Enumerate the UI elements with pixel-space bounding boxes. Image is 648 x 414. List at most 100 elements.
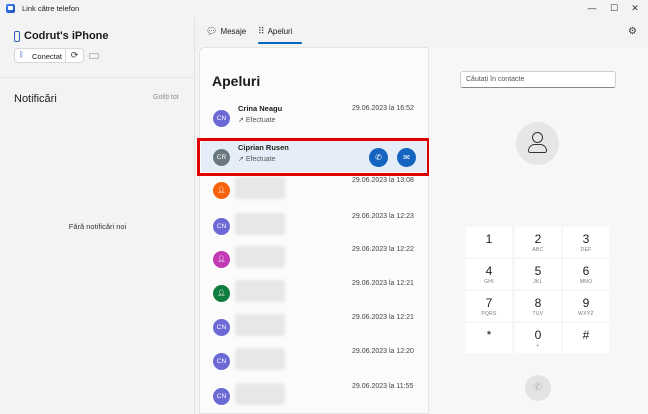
- dialpad-key-1[interactable]: 1: [466, 227, 512, 257]
- close-button[interactable]: ✕: [627, 2, 643, 14]
- key-digit: 1: [485, 232, 493, 246]
- tab-calls-label: Apeluri: [267, 27, 293, 36]
- avatar: CN: [213, 218, 230, 235]
- tab-bar: 💬︎ Mesaje ⠿ Apeluri ⚙: [196, 17, 648, 47]
- dialer-panel: Căutați în contacte 1 2 ABC 3 DEF 4 GHI 5 JK…: [429, 47, 648, 414]
- calls-title: Apeluri: [212, 73, 261, 89]
- blurred-contact-name: [235, 246, 285, 268]
- calls-panel: Apeluri CN Crina Neagu ↗ Efectuate 29.06.…: [199, 47, 429, 414]
- gear-icon[interactable]: ⚙: [628, 26, 637, 37]
- dialpad-key-2[interactable]: 2 ABC: [515, 227, 561, 257]
- avatar: CN: [213, 353, 230, 370]
- red-highlight-box: [197, 138, 430, 176]
- blurred-contact-name: [235, 314, 285, 336]
- key-letters: JKL: [533, 279, 543, 285]
- tab-calls[interactable]: ⠿ Apeluri: [258, 26, 293, 37]
- call-row[interactable]: CN 29.06.2023 la 12:20: [201, 344, 429, 376]
- active-tab-indicator: [258, 42, 302, 44]
- call-date: 29.06.2023 la 12:21: [352, 280, 414, 287]
- avatar: CN: [213, 319, 230, 336]
- dialpad-key-3[interactable]: 3 DEF: [563, 227, 609, 257]
- maximize-button[interactable]: ☐: [606, 2, 622, 14]
- call-row[interactable]: CN 29.06.2023 la 12:21: [201, 310, 429, 342]
- call-row[interactable]: CN Crina Neagu ↗ Efectuate 29.06.2023 la …: [201, 101, 429, 133]
- dialpad-key-0[interactable]: 0 +: [515, 323, 561, 353]
- call-row[interactable]: 👤︎ 29.06.2023 la 12:22: [201, 242, 429, 274]
- avatar: CN: [213, 388, 230, 405]
- dialpad-key-4[interactable]: 4 GHI: [466, 259, 512, 289]
- key-digit: #: [582, 328, 590, 342]
- call-row[interactable]: CN 29.06.2023 la 11:55: [201, 379, 429, 411]
- minimize-button[interactable]: —: [584, 2, 600, 14]
- caller-name: Crina Neagu: [238, 104, 283, 113]
- bluetooth-icon: ᛒ: [19, 50, 24, 59]
- call-row[interactable]: 👤︎ 29.06.2023 la 13:08: [201, 173, 429, 205]
- key-digit: 9: [582, 296, 590, 310]
- key-digit: 7: [485, 296, 493, 310]
- dialpad-key-7[interactable]: 7 PQRS: [466, 291, 512, 321]
- key-digit: 8: [534, 296, 542, 310]
- person-icon: [532, 132, 543, 143]
- key-letters: GHI: [484, 279, 494, 285]
- call-row[interactable]: CN 29.06.2023 la 12:23: [201, 209, 429, 241]
- call-date: 29.06.2023 la 12:22: [352, 246, 414, 253]
- blurred-contact-name: [235, 213, 285, 235]
- blurred-contact-name: [235, 177, 285, 199]
- refresh-icon[interactable]: ⟳: [65, 48, 83, 63]
- message-icon: 💬︎: [206, 26, 218, 36]
- blurred-contact-name: [235, 348, 285, 370]
- key-digit: *: [486, 328, 492, 342]
- contact-search-input[interactable]: Căutați în contacte: [460, 71, 616, 88]
- key-letters: DEF: [580, 247, 592, 253]
- outgoing-call-icon: ↗: [238, 117, 244, 124]
- title-bar: Link către telefon — ☐ ✕: [0, 0, 648, 17]
- battery-icon: [89, 53, 99, 59]
- dialpad-key-5[interactable]: 5 JKL: [515, 259, 561, 289]
- key-letters: +: [536, 343, 540, 349]
- app-logo-icon: [6, 4, 15, 13]
- divider: [0, 77, 195, 78]
- left-pane: Codrut's iPhone ᛒ Conectat ⟳ Notificări …: [0, 17, 195, 414]
- person-avatar-icon: 👤︎: [213, 251, 230, 268]
- dialpad-key-star[interactable]: *: [466, 323, 512, 353]
- call-date: 29.06.2023 la 12:20: [352, 348, 414, 355]
- call-type-label: Efectuate: [245, 117, 276, 124]
- dialpad-key-hash[interactable]: #: [563, 323, 609, 353]
- person-body-shape: [528, 144, 547, 153]
- dialpad-key-6[interactable]: 6 MNO: [563, 259, 609, 289]
- person-avatar-icon: 👤︎: [213, 285, 230, 302]
- call-date: 29.06.2023 la 12:21: [352, 314, 414, 321]
- key-letters: ABC: [532, 247, 544, 253]
- key-letters: WXYZ: [578, 311, 594, 317]
- key-digit: 4: [485, 264, 493, 278]
- key-letters: MNO: [579, 279, 593, 285]
- call-date: 29.06.2023 la 13:08: [352, 177, 414, 184]
- tab-messages[interactable]: 💬︎ Mesaje: [206, 26, 246, 37]
- key-digit: 0: [534, 328, 542, 342]
- call-date: 29.06.2023 la 16:52: [352, 105, 414, 112]
- key-digit: 5: [534, 264, 542, 278]
- key-digit: 3: [582, 232, 590, 246]
- blurred-contact-name: [235, 280, 285, 302]
- call-date: 29.06.2023 la 11:55: [352, 383, 414, 390]
- dialpad-key-9[interactable]: 9 WXYZ: [563, 291, 609, 321]
- tab-messages-label: Mesaje: [220, 27, 247, 36]
- dialpad-key-8[interactable]: 8 TUV: [515, 291, 561, 321]
- person-avatar-icon: 👤︎: [213, 182, 230, 199]
- key-letters: PQRS: [481, 311, 497, 317]
- dialpad-icon: ⠿: [258, 26, 265, 36]
- phone-device-icon: [14, 31, 20, 42]
- dial-call-button[interactable]: ✆: [525, 375, 551, 401]
- window-title: Link către telefon: [22, 4, 80, 13]
- key-digit: 2: [534, 232, 542, 246]
- call-type: ↗ Efectuate: [238, 116, 275, 124]
- device-name: Codrut's iPhone: [24, 30, 109, 42]
- call-date: 29.06.2023 la 12:23: [352, 213, 414, 220]
- key-digit: 6: [582, 264, 590, 278]
- notifications-title: Notificări: [14, 93, 57, 105]
- connection-label: Conectat: [32, 52, 63, 61]
- call-row[interactable]: 👤︎ 29.06.2023 la 12:21: [201, 276, 429, 308]
- empty-notifications-text: Fără notificări noi: [68, 222, 127, 231]
- clear-all-button[interactable]: Goliți tot: [153, 94, 179, 101]
- blurred-contact-name: [235, 383, 285, 405]
